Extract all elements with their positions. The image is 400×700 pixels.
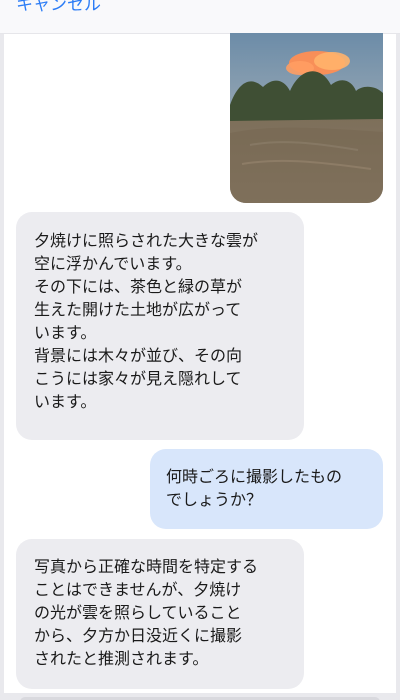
chat-header: キャンセル — [0, 0, 400, 34]
user-message: 何時ごろに撮影したもの でしょうか？ — [150, 449, 383, 529]
chat-screen: キャンセル 夕焼けに照らされた大きな雲が 空に浮かんでいます。 その下には、茶色… — [0, 0, 400, 700]
assistant-message-2: 写真から正確な時間を特定する ことはできませんが、夕焼け の光が雲を照らしている… — [16, 539, 304, 689]
left-edge — [0, 0, 4, 700]
right-edge — [396, 0, 400, 700]
sunset-photo-image — [230, 33, 383, 203]
cancel-button[interactable]: キャンセル — [16, 0, 101, 17]
photo-message[interactable] — [230, 33, 383, 203]
assistant-message-1: 夕焼けに照らされた大きな雲が 空に浮かんでいます。 その下には、茶色と緑の草が … — [16, 212, 304, 440]
